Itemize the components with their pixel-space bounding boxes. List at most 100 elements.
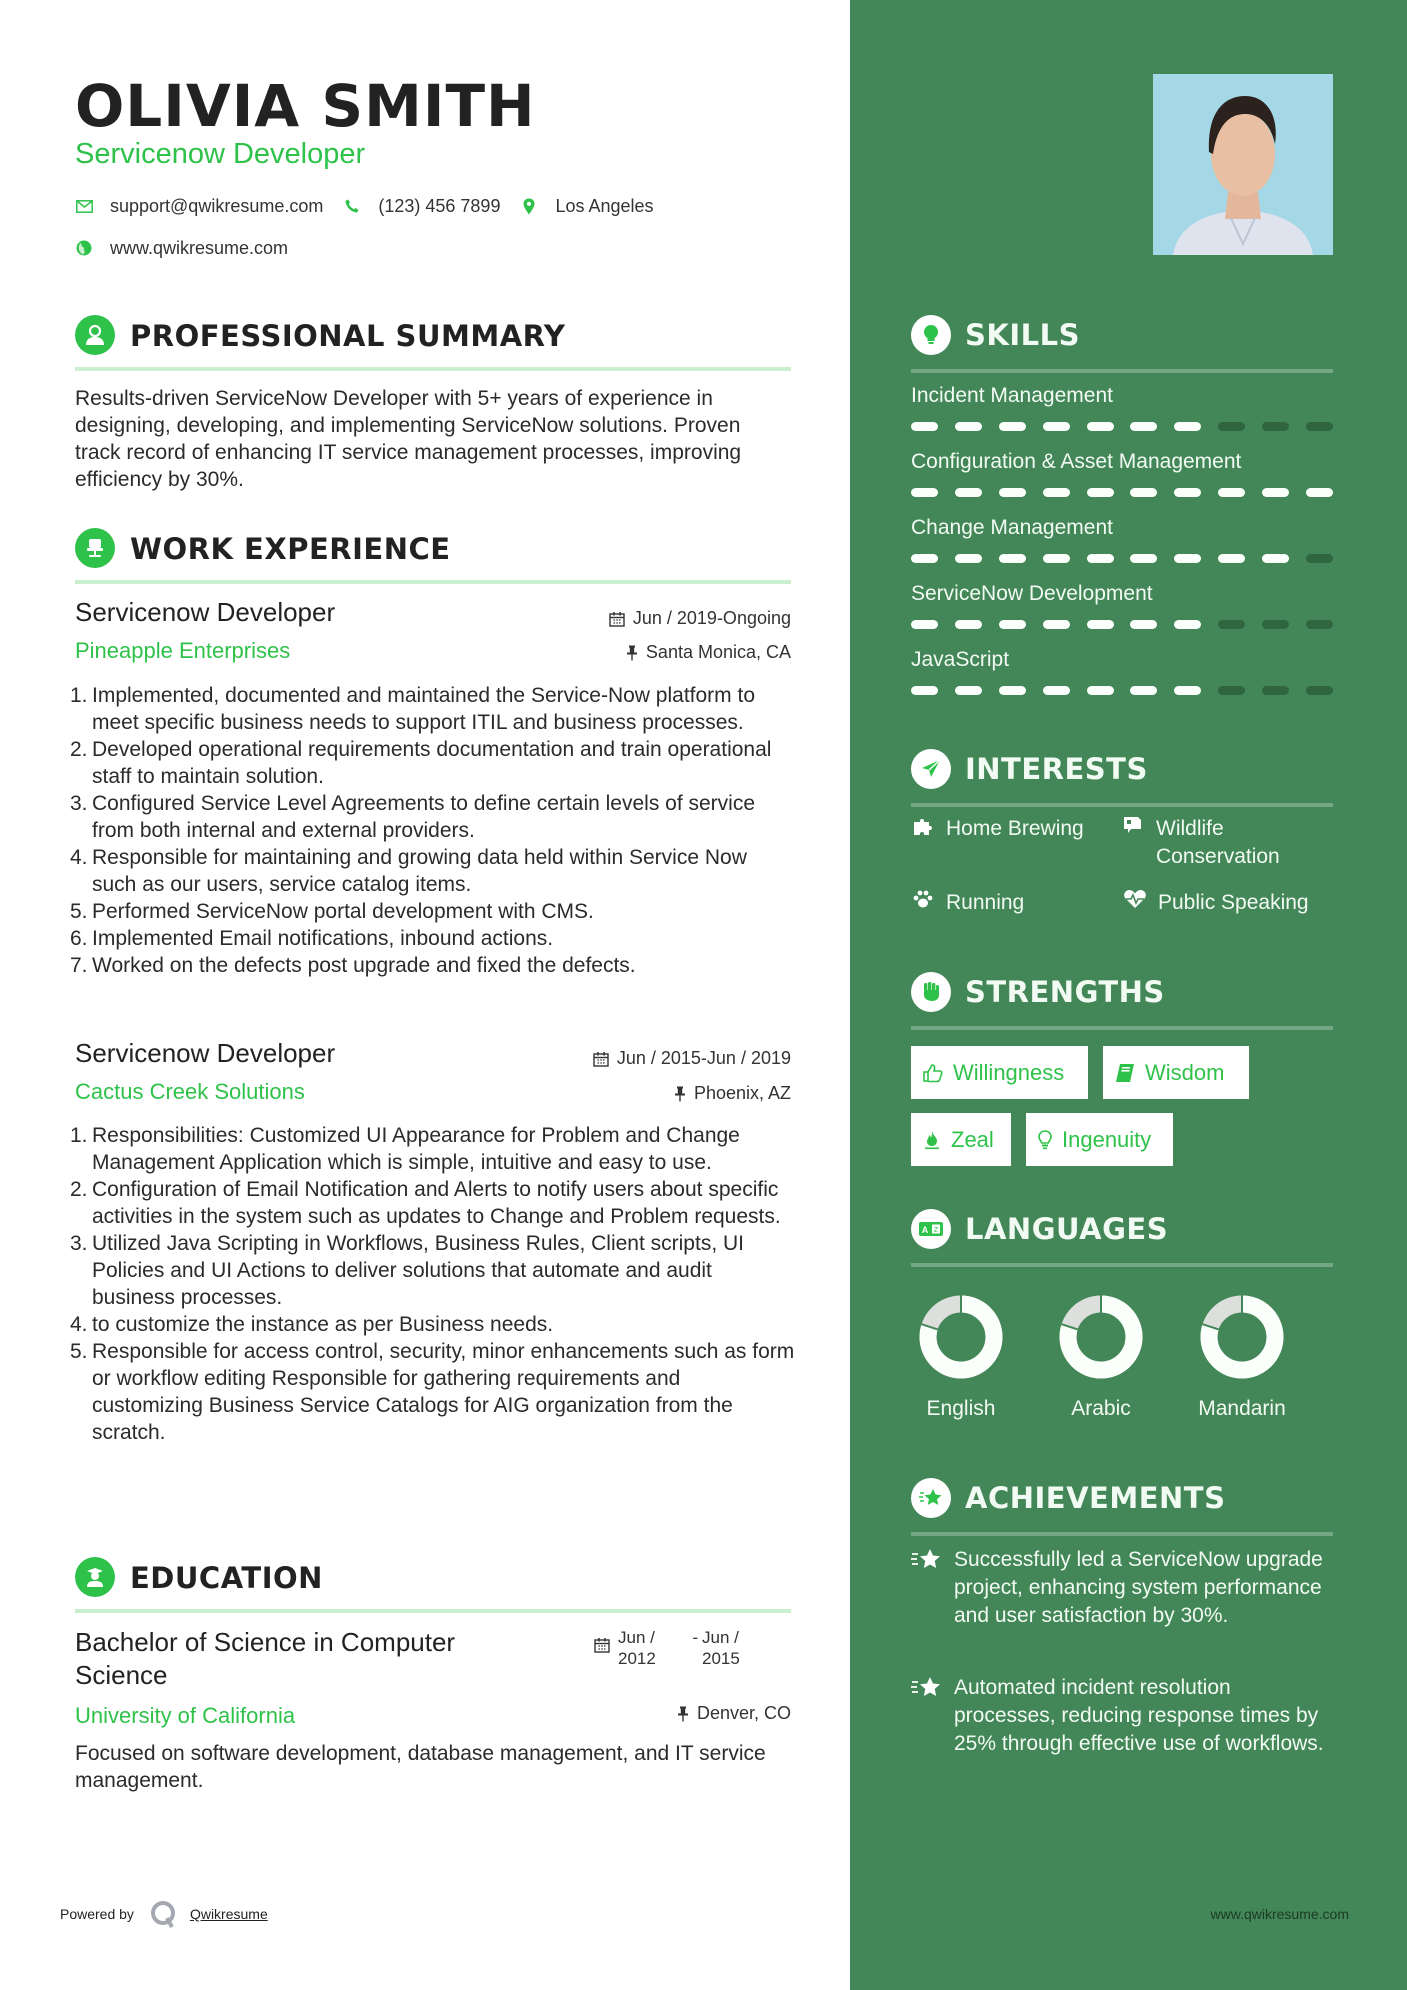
- qwikresume-link[interactable]: Qwikresume: [190, 1906, 268, 1922]
- achievements-section-header: ACHIEVEMENTS: [911, 1478, 1333, 1536]
- star-badge-icon: [911, 1674, 943, 1758]
- bullet-text: Worked on the defects post upgrade and f…: [92, 954, 636, 977]
- date-separator: -: [692, 1628, 698, 1647]
- fist-icon: [911, 972, 951, 1012]
- job-dates: Jun / 2015-Jun / 2019: [593, 1048, 791, 1069]
- bullet-text: Performed ServiceNow portal development …: [92, 900, 594, 923]
- rating-dot-filled: [1130, 686, 1158, 695]
- skill-rating: [911, 488, 1333, 497]
- bullet-number: 1.: [70, 1124, 88, 1147]
- candidate-title: Servicenow Developer: [75, 138, 366, 170]
- strength-badge: Ingenuity: [1026, 1113, 1173, 1166]
- strengths-heading: STRENGTHS: [965, 975, 1165, 1009]
- powered-by-footer: Powered by Qwikresume: [60, 1900, 268, 1928]
- rating-dot-empty: [1262, 686, 1289, 695]
- job-bullet: 1. Responsibilities: Customized UI Appear…: [70, 1122, 795, 1176]
- job-bullets: 1. Implemented, documented and maintained…: [70, 682, 795, 979]
- languages-heading: LANGUAGES: [965, 1212, 1169, 1246]
- languages-section-header: AZ LANGUAGES: [911, 1209, 1333, 1267]
- rating-dot-filled: [998, 554, 1026, 563]
- experience-section-header: WORK EXPERIENCE: [75, 528, 791, 584]
- graduate-icon: [75, 1557, 115, 1597]
- job-bullet: 3. Configured Service Level Agreements to…: [70, 790, 795, 844]
- rating-dot-filled: [998, 422, 1026, 431]
- job-bullet: 6. Implemented Email notifications, inbou…: [70, 925, 795, 952]
- skill-rating: [911, 620, 1333, 629]
- bullet-number: 7.: [70, 954, 88, 977]
- rating-dot-filled: [1262, 554, 1289, 563]
- rating-dot-filled: [1130, 554, 1158, 563]
- rating-dot-filled: [954, 422, 982, 431]
- summary-section-header: PROFESSIONAL SUMMARY: [75, 315, 791, 371]
- skill-name: Incident Management: [911, 384, 1113, 407]
- job-location: Santa Monica, CA: [626, 642, 791, 663]
- rating-dot-filled: [1130, 422, 1158, 431]
- calendar-icon: [609, 611, 625, 627]
- rating-dot-filled: [1086, 488, 1114, 497]
- rating-dot-filled: [954, 620, 982, 629]
- rating-dot-filled: [1042, 620, 1070, 629]
- language-name: Mandarin: [1198, 1397, 1286, 1420]
- bullet-text: Configured Service Level Agreements to d…: [92, 792, 756, 842]
- interest-item: Public Speaking: [1123, 889, 1309, 917]
- job-bullet: 5. Performed ServiceNow portal developmen…: [70, 898, 795, 925]
- lightbulb-icon: [1038, 1129, 1052, 1150]
- education-location: Denver, CO: [677, 1703, 791, 1724]
- rating-dot-empty: [1218, 686, 1246, 695]
- skill-rating: [911, 686, 1333, 695]
- rating-dot-filled: [1042, 422, 1070, 431]
- bullet-number: 3.: [70, 1232, 88, 1255]
- job-bullet: 2. Configuration of Email Notification an…: [70, 1176, 795, 1230]
- contact-email[interactable]: support@qwikresume.com: [75, 196, 323, 217]
- rating-dot-empty: [1218, 422, 1246, 431]
- job-bullet: 1. Implemented, documented and maintained…: [70, 682, 795, 736]
- rating-dot-filled: [911, 620, 938, 629]
- contact-website[interactable]: www.qwikresume.com: [75, 238, 288, 259]
- bullet-text: Utilized Java Scripting in Workflows, Bu…: [92, 1232, 744, 1309]
- star-badge-icon: [911, 1546, 943, 1630]
- skill-item: JavaScript: [911, 648, 1333, 695]
- education-dates: Jun / 2012 - Jun / 2015: [594, 1627, 756, 1669]
- rating-dot-filled: [911, 422, 938, 431]
- contact-info: support@qwikresume.com (123) 456 7899 Lo…: [75, 192, 674, 276]
- profile-photo: [1153, 74, 1333, 255]
- bullet-number: 5.: [70, 1340, 88, 1363]
- rating-dot-filled: [1086, 686, 1114, 695]
- job-dates: Jun / 2019-Ongoing: [609, 608, 791, 629]
- rating-dot-filled: [1086, 422, 1114, 431]
- footer-website[interactable]: www.qwikresume.com: [1211, 1906, 1349, 1922]
- strength-badge: Zeal: [911, 1113, 1011, 1166]
- rating-dot-empty: [1305, 422, 1333, 431]
- fire-icon: [923, 1130, 941, 1150]
- rating-dot-filled: [998, 488, 1026, 497]
- strengths-section-header: STRENGTHS: [911, 972, 1333, 1030]
- education-heading: EDUCATION: [130, 1561, 323, 1595]
- contact-phone[interactable]: (123) 456 7899: [343, 196, 500, 217]
- summary-text: Results-driven ServiceNow Developer with…: [75, 387, 742, 491]
- rating-dot-filled: [998, 686, 1026, 695]
- rating-dot-empty: [1218, 620, 1246, 629]
- bullet-text: Responsible for access control, security…: [92, 1340, 795, 1444]
- skill-item: ServiceNow Development: [911, 582, 1333, 629]
- contact-location: Los Angeles: [520, 196, 654, 217]
- education-description: Focused on software development, databas…: [75, 1742, 766, 1792]
- rating-dot-filled: [1042, 488, 1070, 497]
- website-text: www.qwikresume.com: [110, 237, 289, 258]
- skill-name: Configuration & Asset Management: [911, 450, 1242, 473]
- degree-title: Bachelor of Science in Computer Science: [75, 1627, 456, 1690]
- rating-dot-filled: [1174, 620, 1202, 629]
- star-badge-icon: [911, 1478, 951, 1518]
- job-bullet: 2. Developed operational requirements doc…: [70, 736, 795, 790]
- job-title: Servicenow Developer: [75, 1038, 336, 1068]
- rating-dot-filled: [1086, 554, 1114, 563]
- paw-icon: [911, 889, 935, 909]
- thumbs-up-icon: [923, 1063, 943, 1083]
- globe-icon: [75, 239, 93, 257]
- interests-section-header: INTERESTS: [911, 749, 1333, 807]
- rating-dot-filled: [1130, 620, 1158, 629]
- language-name: Arabic: [1071, 1397, 1131, 1420]
- book-icon: [1115, 1063, 1135, 1083]
- candidate-name: OLIVIA SMITH: [75, 72, 536, 140]
- language-item: Arabic: [1041, 1295, 1161, 1421]
- skill-item: Incident Management: [911, 384, 1333, 431]
